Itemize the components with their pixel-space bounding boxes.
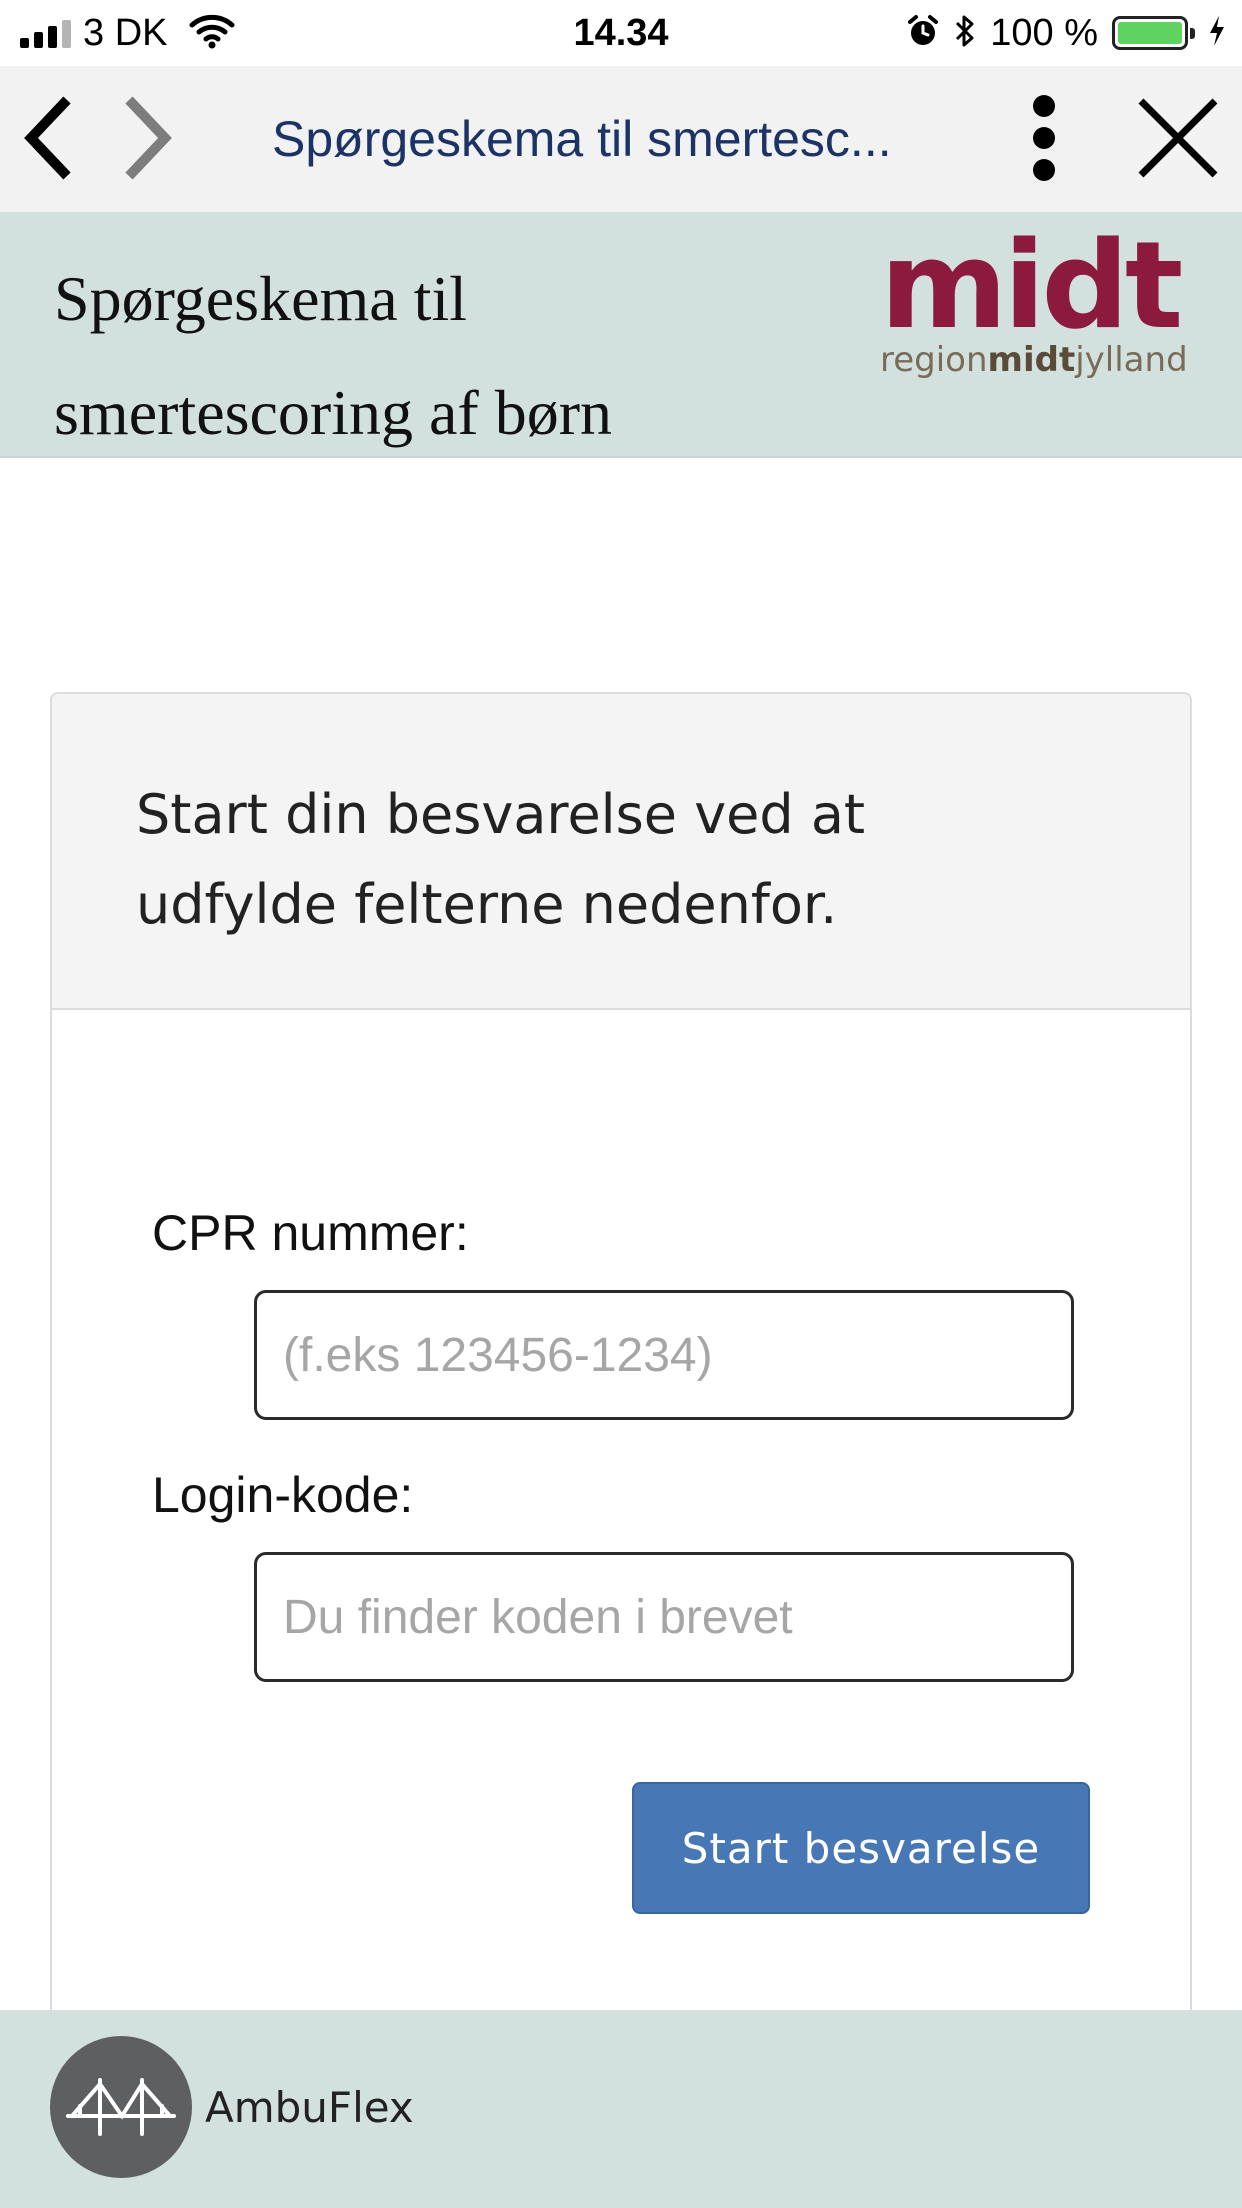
chevron-right-icon (125, 96, 172, 180)
lightning-bolt-icon (1208, 15, 1226, 52)
login-code-label: Login-kode: (152, 1467, 414, 1523)
card-intro-text: Start din besvarelse ved at udfylde felt… (136, 783, 866, 936)
cpr-label: CPR nummer: (152, 1205, 469, 1261)
footer-brand: AmbuFlex (205, 2083, 414, 2132)
cpr-input[interactable] (254, 1290, 1074, 1420)
ambuflex-logo (50, 2036, 192, 2178)
menu-button[interactable] (994, 88, 1094, 188)
close-button[interactable] (1128, 88, 1228, 188)
vertical-dots-icon (1033, 95, 1055, 181)
battery-percent: 100 % (990, 11, 1098, 54)
footer: AmbuFlex (0, 2010, 1242, 2208)
status-bar: 3 DK 14.34 100 % (0, 0, 1242, 66)
login-card: Start din besvarelse ved at udfylde felt… (50, 692, 1192, 2032)
start-button[interactable]: Start besvarelse (632, 1782, 1090, 1914)
battery-icon (1112, 16, 1195, 50)
bluetooth-icon (954, 13, 976, 54)
region-midt-logo: midt regionmidtjylland (880, 227, 1190, 379)
card-header: Start din besvarelse ved at udfylde felt… (52, 694, 1190, 1010)
logo-word: midt (880, 217, 1183, 356)
site-header: Spørgeskema til smertescoring af børn mi… (0, 212, 1242, 458)
alarm-clock-icon (906, 14, 940, 53)
page-title: Spørgeskema til smertesc... (272, 111, 892, 167)
forward-button[interactable] (96, 88, 196, 188)
chevron-left-icon (24, 96, 71, 180)
login-code-input[interactable] (254, 1552, 1074, 1682)
bridge-icon (66, 2078, 176, 2136)
header-title: Spørgeskema til smertescoring af børn (54, 263, 613, 448)
browser-toolbar: Spørgeskema til smertesc... (0, 66, 1242, 212)
close-icon (1138, 98, 1218, 178)
status-right: 100 % (906, 8, 1226, 58)
back-button[interactable] (0, 88, 100, 188)
